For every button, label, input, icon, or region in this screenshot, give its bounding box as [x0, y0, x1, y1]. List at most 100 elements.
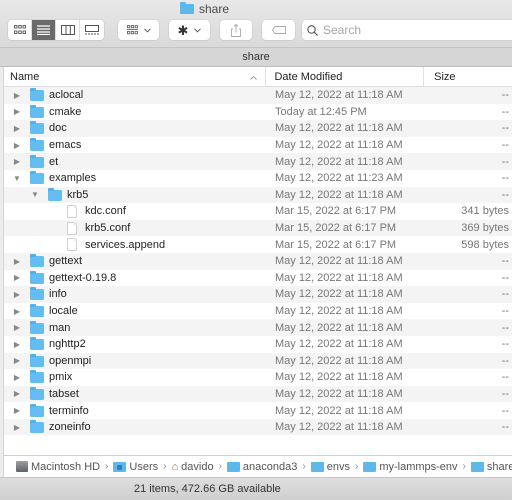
file-row[interactable]: ▶ emacs May 12, 2022 at 11:18 AM --: [4, 136, 512, 154]
file-row[interactable]: ▶ man May 12, 2022 at 11:18 AM --: [4, 319, 512, 336]
document-icon: [67, 204, 77, 218]
size-cell: --: [501, 271, 509, 284]
folder-icon: [30, 154, 44, 168]
disclosure-expanded-icon[interactable]: ▼: [30, 190, 40, 199]
disclosure-collapsed-icon[interactable]: ▶: [12, 273, 22, 282]
disclosure-collapsed-icon[interactable]: ▶: [12, 406, 22, 415]
column-header-size[interactable]: Size: [424, 67, 512, 87]
column-header-date-modified[interactable]: Date Modified: [266, 67, 425, 87]
date-modified-cell: May 12, 2022 at 11:18 AM: [275, 89, 403, 102]
breadcrumb-item[interactable]: my-lammps-env: [363, 461, 458, 473]
folder-icon: [30, 104, 44, 118]
breadcrumb-item[interactable]: Users: [113, 461, 158, 473]
date-modified-cell: May 12, 2022 at 11:18 AM: [275, 404, 403, 417]
folder-icon: [180, 2, 194, 14]
disclosure-expanded-icon[interactable]: ▼: [12, 174, 22, 183]
date-modified-cell: May 12, 2022 at 11:18 AM: [275, 155, 403, 168]
column-header-name[interactable]: Name: [4, 67, 267, 87]
disclosure-collapsed-icon[interactable]: ▶: [12, 157, 22, 166]
file-row[interactable]: ▶ cmake Today at 12:45 PM --: [4, 103, 512, 121]
disclosure-collapsed-icon[interactable]: ▶: [12, 290, 22, 299]
action-button[interactable]: ✱: [169, 20, 210, 40]
size-cell: --: [501, 321, 509, 334]
search-input[interactable]: [323, 23, 503, 37]
file-row[interactable]: ▶ aclocal May 12, 2022 at 11:18 AM --: [4, 87, 512, 104]
edit-tags-button[interactable]: [262, 20, 295, 40]
disclosure-collapsed-icon[interactable]: ▶: [12, 356, 22, 365]
date-modified-cell: May 12, 2022 at 11:18 AM: [275, 321, 403, 334]
file-row[interactable]: ▼ examples May 12, 2022 at 11:23 AM --: [4, 169, 512, 187]
item-name: gettext-0.19.8: [49, 271, 117, 284]
breadcrumb-separator-icon: ›: [302, 461, 306, 472]
size-cell: 369 bytes: [461, 222, 509, 235]
list-view-button[interactable]: [32, 20, 56, 40]
file-row[interactable]: krb5.conf Mar 15, 2022 at 6:17 PM 369 byte…: [4, 219, 512, 237]
folder-icon: [30, 254, 44, 268]
breadcrumb-item[interactable]: ⌂ davido: [172, 461, 214, 473]
document-icon: [67, 238, 77, 252]
file-row[interactable]: kdc.conf Mar 15, 2022 at 6:17 PM 341 bytes: [4, 203, 512, 220]
folder-icon: [30, 121, 44, 135]
item-name: emacs: [49, 139, 82, 152]
file-row[interactable]: ▶ info May 12, 2022 at 11:18 AM --: [4, 286, 512, 303]
icon-view-button[interactable]: [8, 20, 32, 40]
breadcrumb-label: davido: [181, 460, 214, 473]
file-row[interactable]: ▶ gettext May 12, 2022 at 11:18 AM --: [4, 252, 512, 270]
file-row[interactable]: ▶ doc May 12, 2022 at 11:18 AM --: [4, 120, 512, 137]
chevron-down-icon: [194, 27, 202, 33]
file-row[interactable]: services.append Mar 15, 2022 at 6:17 PM 59…: [4, 236, 512, 253]
name-cell: ▶ pmix: [4, 369, 267, 386]
list-view-icon: [37, 25, 50, 35]
view-mode-segmented-control: [8, 20, 104, 40]
chevron-down-icon: [143, 27, 151, 33]
file-row[interactable]: ▶ gettext-0.19.8 May 12, 2022 at 11:18 AM -…: [4, 269, 512, 287]
sort-ascending-icon: [250, 67, 258, 87]
column-view-button[interactable]: [56, 20, 80, 40]
disclosure-collapsed-icon[interactable]: ▶: [12, 91, 22, 100]
disclosure-collapsed-icon[interactable]: ▶: [12, 141, 22, 150]
file-row[interactable]: ▶ openmpi May 12, 2022 at 11:18 AM --: [4, 352, 512, 370]
file-row[interactable]: ▶ nghttp2 May 12, 2022 at 11:18 AM --: [4, 335, 512, 353]
date-modified-cell: May 12, 2022 at 11:18 AM: [275, 271, 403, 284]
disclosure-collapsed-icon[interactable]: ▶: [12, 323, 22, 332]
file-row[interactable]: ▶ zoneinfo May 12, 2022 at 11:18 AM --: [4, 418, 512, 436]
breadcrumb-item[interactable]: share: [470, 460, 512, 473]
disclosure-collapsed-icon[interactable]: ▶: [12, 423, 22, 432]
share-button[interactable]: [220, 20, 252, 40]
share-icon: [231, 23, 241, 37]
disclosure-collapsed-icon[interactable]: ▶: [12, 373, 22, 382]
breadcrumb-label: share: [486, 460, 512, 473]
size-cell: --: [501, 421, 509, 434]
file-row[interactable]: ▶ tabset May 12, 2022 at 11:18 AM --: [4, 385, 512, 403]
disclosure-collapsed-icon[interactable]: ▶: [12, 340, 22, 349]
file-row[interactable]: ▼ krb5 May 12, 2022 at 11:18 AM --: [4, 186, 512, 204]
breadcrumb-item[interactable]: envs: [310, 461, 350, 473]
item-name: nghttp2: [49, 338, 86, 351]
file-row[interactable]: ▶ pmix May 12, 2022 at 11:18 AM --: [4, 369, 512, 386]
disclosure-collapsed-icon[interactable]: ▶: [12, 107, 22, 116]
disclosure-collapsed-icon[interactable]: ▶: [12, 124, 22, 133]
size-cell: --: [501, 89, 509, 102]
file-row[interactable]: ▶ locale May 12, 2022 at 11:18 AM --: [4, 302, 512, 320]
gallery-view-button[interactable]: [80, 20, 104, 40]
date-modified-cell: May 12, 2022 at 11:18 AM: [275, 338, 403, 351]
file-row[interactable]: ▶ terminfo May 12, 2022 at 11:18 AM --: [4, 402, 512, 419]
breadcrumb-item[interactable]: Macintosh HD: [16, 461, 100, 473]
item-name: krb5: [67, 188, 89, 201]
size-cell: --: [501, 139, 509, 152]
folder-icon: [30, 287, 44, 301]
disclosure-collapsed-icon[interactable]: ▶: [12, 389, 22, 398]
disclosure-collapsed-icon[interactable]: ▶: [12, 257, 22, 266]
size-cell: --: [501, 172, 509, 185]
breadcrumb-item[interactable]: anaconda3: [226, 460, 298, 473]
breadcrumb-separator-icon: ›: [354, 461, 359, 472]
item-name: locale: [49, 305, 78, 318]
date-modified-cell: May 12, 2022 at 11:18 AM: [275, 305, 403, 318]
group-by-button[interactable]: [118, 20, 159, 40]
file-row[interactable]: ▶ et May 12, 2022 at 11:18 AM --: [4, 153, 512, 170]
disclosure-collapsed-icon[interactable]: ▶: [12, 307, 22, 316]
folder-icon: [30, 370, 44, 384]
search-field[interactable]: [302, 20, 512, 40]
breadcrumb-label: anaconda3: [242, 460, 298, 473]
breadcrumb-label: Macintosh HD: [31, 460, 101, 473]
